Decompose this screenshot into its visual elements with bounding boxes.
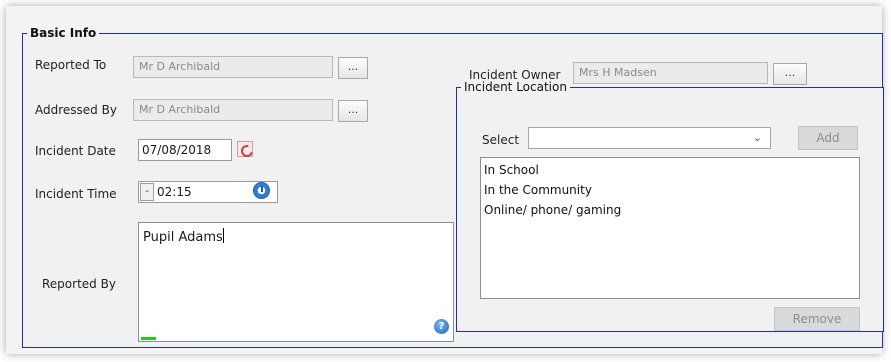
- incident-time-value: 02:15: [157, 185, 192, 199]
- incident-time-label: Incident Time: [35, 187, 117, 201]
- basic-info-legend: Basic Info: [30, 26, 97, 40]
- list-item[interactable]: Online/ phone/ gaming: [484, 200, 856, 220]
- addressed-by-label: Addressed By: [35, 103, 117, 117]
- help-icon[interactable]: ?: [434, 319, 449, 334]
- select-label: Select: [482, 133, 520, 147]
- clock-icon[interactable]: [253, 182, 270, 199]
- reported-by-textarea[interactable]: Pupil Adams: [138, 222, 454, 342]
- text-caret: [222, 228, 224, 243]
- reported-to-lookup-button[interactable]: ...: [338, 57, 368, 79]
- remove-location-button[interactable]: Remove: [774, 307, 860, 331]
- location-list[interactable]: In School In the Community Online/ phone…: [480, 157, 860, 299]
- character-progress-bar: [141, 337, 156, 340]
- addressed-by-field: Mr D Archibald: [133, 99, 333, 121]
- reported-by-text: Pupil Adams: [143, 230, 223, 245]
- list-item[interactable]: In School: [484, 160, 856, 180]
- incident-location-legend: Incident Location: [464, 80, 567, 94]
- reported-to-label: Reported To: [35, 58, 107, 72]
- add-location-button[interactable]: Add: [798, 126, 858, 150]
- addressed-by-lookup-button[interactable]: ...: [338, 100, 368, 122]
- form-panel: Basic Info Reported To Mr D Archibald ..…: [6, 6, 884, 354]
- incident-date-input[interactable]: 07/08/2018: [138, 139, 232, 161]
- location-select[interactable]: ⌄: [528, 127, 771, 149]
- chevron-down-icon: ⌄: [752, 131, 762, 144]
- calendar-icon[interactable]: [237, 141, 253, 157]
- time-decrement-button[interactable]: -: [140, 183, 154, 201]
- reported-by-label: Reported By: [42, 277, 116, 291]
- incident-date-label: Incident Date: [35, 144, 116, 158]
- list-item[interactable]: In the Community: [484, 180, 856, 200]
- reported-to-field: Mr D Archibald: [133, 56, 333, 78]
